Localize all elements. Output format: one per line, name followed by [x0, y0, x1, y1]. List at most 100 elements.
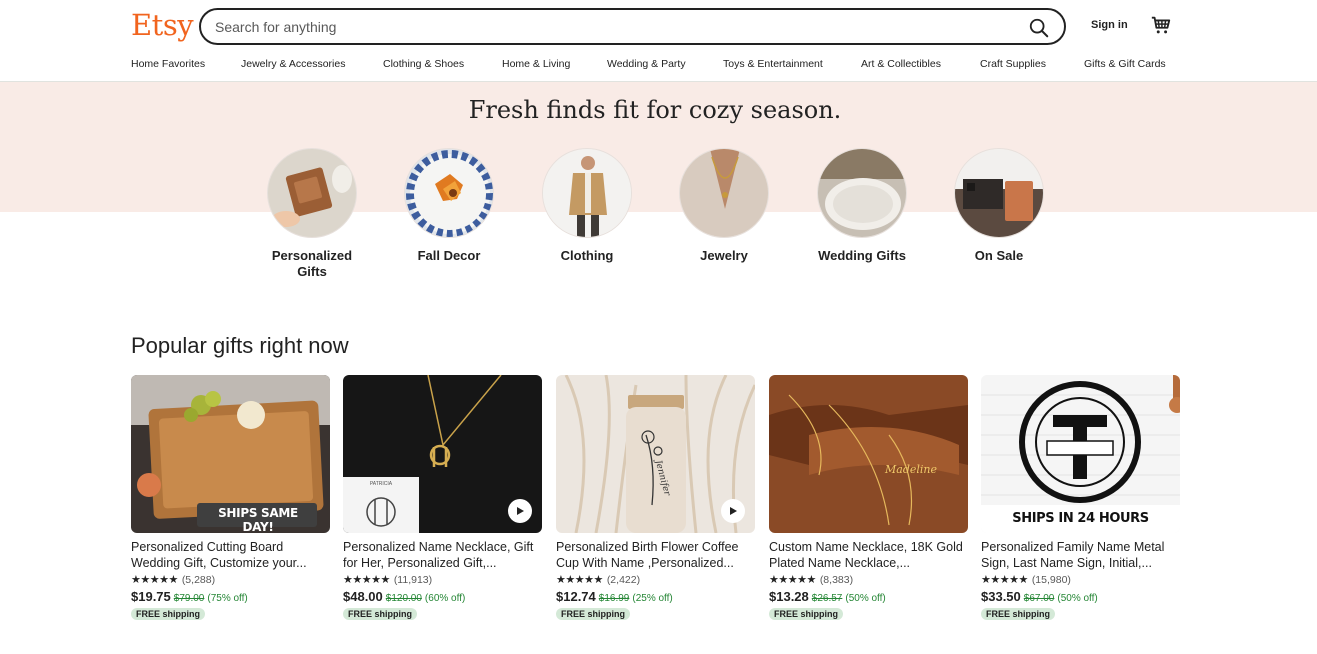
price-row: $48.00 $120.00 (60% off): [343, 589, 542, 604]
search-bar[interactable]: [199, 8, 1066, 45]
listing-rating: ★★★★★ (8,383): [769, 573, 968, 587]
nav-item-craft-supplies[interactable]: Craft Supplies: [980, 58, 1046, 70]
listing-image[interactable]: SHIPS IN 24 HOURS: [981, 375, 1180, 533]
price-row: $19.75 $79.00 (75% off): [131, 589, 330, 604]
play-video-button[interactable]: [721, 499, 745, 523]
original-price: $67.00: [1023, 593, 1055, 604]
listing-card[interactable]: Madeline Custom Name Necklace, 18K Gold …: [769, 375, 968, 622]
listing-card[interactable]: PATRICIA Personalized Name Necklace, Gif…: [343, 375, 542, 622]
discount: (60% off): [424, 593, 466, 604]
category-label: Clothing: [560, 248, 614, 263]
category-image: [954, 148, 1044, 238]
category-image: [817, 148, 907, 238]
category-label: On Sale: [974, 248, 1024, 263]
listing-title[interactable]: Personalized Name Necklace, Gift for Her…: [343, 539, 542, 571]
free-shipping-badge: FREE shipping: [131, 608, 205, 620]
listing-rating: ★★★★★ (15,980): [981, 573, 1180, 587]
hero-title: Fresh finds fit for cozy season.: [468, 96, 842, 124]
category-label: Fall Decor: [417, 248, 481, 263]
header: Etsy Sign in Home Favorites Jewelry & Ac…: [0, 0, 1317, 82]
search-input[interactable]: [215, 17, 995, 37]
category-nav: Home Favorites Jewelry & Accessories Clo…: [131, 58, 1191, 74]
listing-image[interactable]: PATRICIA: [343, 375, 542, 533]
discount: (50% off): [845, 593, 886, 604]
star-rating-icon: ★★★★★: [131, 574, 178, 586]
listing-overlay-text: PATRICIA: [369, 481, 393, 487]
listing-overlay-text: SHIPS IN 24 HOURS: [1012, 511, 1149, 526]
free-shipping-badge: FREE shipping: [769, 608, 843, 620]
play-icon: [730, 507, 737, 515]
sale-price: $19.75: [131, 589, 171, 604]
star-rating-icon: ★★★★★: [769, 574, 816, 586]
listing-rating: ★★★★★ (11,913): [343, 573, 542, 587]
category-personalized-gifts[interactable]: Personalized Gifts: [257, 148, 367, 280]
listing-image[interactable]: Madeline: [769, 375, 968, 533]
nav-item-jewelry-accessories[interactable]: Jewelry & Accessories: [241, 58, 345, 70]
category-wedding-gifts[interactable]: Wedding Gifts: [807, 148, 917, 264]
listing-image[interactable]: Jennifer: [556, 375, 755, 533]
nav-item-art-collectibles[interactable]: Art & Collectibles: [861, 58, 941, 70]
nav-item-clothing-shoes[interactable]: Clothing & Shoes: [383, 58, 464, 70]
price-row: $33.50 $67.00 (50% off): [981, 589, 1180, 604]
search-icon[interactable]: [1028, 17, 1050, 39]
discount: (75% off): [207, 593, 248, 604]
star-rating-icon: ★★★★★: [981, 574, 1028, 586]
category-image: [404, 148, 494, 238]
listing-card[interactable]: Jennifer Personalized Birth Flower Coffe…: [556, 375, 755, 622]
category-image: [267, 148, 357, 238]
etsy-logo[interactable]: Etsy: [131, 8, 194, 42]
category-label: Jewelry: [700, 248, 748, 263]
listing-card[interactable]: SHIPS IN 24 HOURS Personalized Family Na…: [981, 375, 1180, 622]
sale-price: $33.50: [981, 589, 1021, 604]
price-row: $12.74 $16.99 (25% off): [556, 589, 755, 604]
nav-item-wedding-party[interactable]: Wedding & Party: [607, 58, 686, 70]
discount: (25% off): [632, 593, 673, 604]
listing-overlay-text: SHIPS SAME DAY!: [218, 506, 298, 533]
category-label: Wedding Gifts: [818, 248, 906, 263]
free-shipping-badge: FREE shipping: [556, 608, 630, 620]
play-icon: [517, 507, 524, 515]
play-video-button[interactable]: [508, 499, 532, 523]
section-title: Popular gifts right now: [131, 333, 349, 358]
listing-title[interactable]: Custom Name Necklace, 18K Gold Plated Na…: [769, 539, 968, 571]
listing-overlay-text: Madeline: [885, 463, 938, 476]
star-rating-icon: ★★★★★: [556, 574, 603, 586]
nav-item-home-favorites[interactable]: Home Favorites: [131, 58, 205, 70]
star-rating-icon: ★★★★★: [343, 574, 390, 586]
category-on-sale[interactable]: On Sale: [944, 148, 1054, 264]
category-image: [679, 148, 769, 238]
nav-item-home-living[interactable]: Home & Living: [502, 58, 570, 70]
listing-image[interactable]: SHIPS SAME DAY!: [131, 375, 330, 533]
price-row: $13.28 $26.57 (50% off): [769, 589, 968, 604]
category-image: [542, 148, 632, 238]
free-shipping-badge: FREE shipping: [981, 608, 1055, 620]
listing-title[interactable]: Personalized Cutting Board Wedding Gift,…: [131, 539, 330, 571]
category-clothing[interactable]: Clothing: [532, 148, 642, 264]
review-count: (5,288): [181, 573, 216, 586]
listing-rating: ★★★★★ (5,288): [131, 573, 330, 587]
original-price: $16.99: [598, 593, 630, 604]
nav-item-toys-entertainment[interactable]: Toys & Entertainment: [723, 58, 823, 70]
sale-price: $48.00: [343, 589, 383, 604]
review-count: (15,980): [1031, 573, 1071, 586]
original-price: $120.00: [385, 593, 422, 604]
sign-in-button[interactable]: Sign in: [1091, 19, 1128, 31]
free-shipping-badge: FREE shipping: [343, 608, 417, 620]
sale-price: $12.74: [556, 589, 596, 604]
review-count: (8,383): [819, 573, 854, 586]
category-label: Personalized Gifts: [271, 248, 353, 279]
cart-icon[interactable]: [1150, 14, 1172, 36]
sale-price: $13.28: [769, 589, 809, 604]
review-count: (2,422): [606, 573, 641, 586]
listing-title[interactable]: Personalized Birth Flower Coffee Cup Wit…: [556, 539, 755, 571]
review-count: (11,913): [393, 573, 433, 586]
discount: (50% off): [1057, 593, 1098, 604]
nav-item-gifts-gift-cards[interactable]: Gifts & Gift Cards: [1084, 58, 1166, 70]
listing-rating: ★★★★★ (2,422): [556, 573, 755, 587]
original-price: $79.00: [173, 593, 205, 604]
category-jewelry[interactable]: Jewelry: [669, 148, 779, 264]
original-price: $26.57: [811, 593, 843, 604]
listing-title[interactable]: Personalized Family Name Metal Sign, Las…: [981, 539, 1180, 571]
listing-card[interactable]: SHIPS SAME DAY! Personalized Cutting Boa…: [131, 375, 330, 622]
category-fall-decor[interactable]: Fall Decor: [394, 148, 504, 264]
